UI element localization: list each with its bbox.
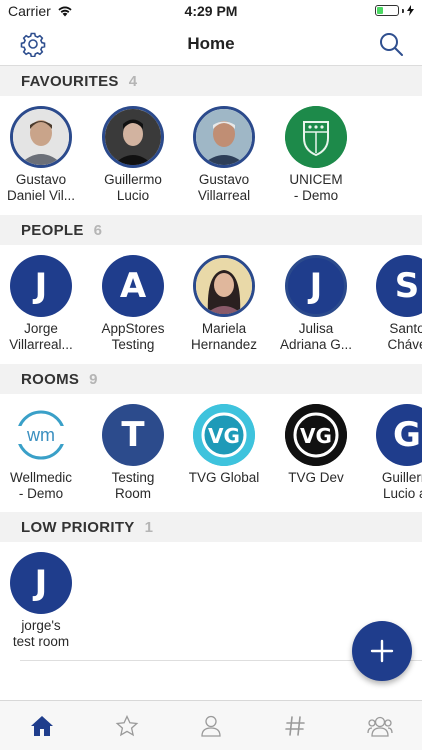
person-tile[interactable]: J Julisa Adriana G...	[270, 255, 362, 353]
logo-text: wm	[26, 425, 55, 445]
plus-icon	[370, 639, 394, 663]
home-icon	[31, 715, 54, 736]
room-tile[interactable]: Gustavo Daniel Vil...	[0, 106, 87, 204]
section-count: 4	[128, 72, 138, 90]
tile-name: Jorge Villarreal...	[9, 321, 73, 352]
battery-fill	[377, 7, 383, 14]
favourites-row: Gustavo Daniel Vil... Guillermo Lucio Gu…	[0, 96, 422, 215]
battery-icon	[375, 5, 399, 16]
tab-favourites[interactable]	[84, 701, 168, 750]
room-tile[interactable]: Guillermo Lucio	[87, 106, 179, 204]
person-photo-icon	[105, 109, 161, 165]
hash-icon	[285, 715, 306, 736]
section-header-low-priority: LOW PRIORITY 1	[0, 512, 422, 542]
section-header-favourites: FAVOURITES 4	[0, 66, 422, 96]
section-header-rooms: ROOMS 9	[0, 364, 422, 394]
tvg-logo-icon: VG	[285, 404, 347, 466]
section-title: PEOPLE	[21, 221, 84, 239]
tab-people[interactable]	[169, 701, 253, 750]
avatar	[10, 106, 72, 168]
settings-gear-icon[interactable]	[20, 31, 46, 57]
avatar-letter: J	[10, 255, 72, 317]
tab-home[interactable]	[0, 701, 84, 750]
room-tile[interactable]: UNICEM - Demo	[270, 106, 362, 204]
section-header-people: PEOPLE 6	[0, 215, 422, 245]
avatar-letter: J	[10, 552, 72, 614]
create-room-button[interactable]	[352, 621, 412, 681]
section-count: 6	[93, 221, 102, 239]
room-tile[interactable]: J jorge's test room	[0, 552, 87, 650]
section-count: 9	[89, 370, 98, 388]
room-tile[interactable]: Gustavo Villarreal	[178, 106, 270, 204]
tile-name: TVG Global	[188, 470, 260, 485]
star-icon	[115, 714, 138, 736]
unicem-logo-icon	[285, 106, 347, 168]
room-tile[interactable]: T Testing Room	[87, 404, 179, 502]
room-tile[interactable]: G Guillerm Lucio ar	[361, 404, 422, 502]
rooms-row: wm Wellmedic - Demo T Testing Room VG TV…	[0, 394, 422, 513]
wellmedic-logo-icon: wm	[10, 404, 72, 466]
navigation-bar: Home	[0, 22, 422, 66]
person-tile[interactable]: J Jorge Villarreal...	[0, 255, 87, 353]
person-photo-icon	[13, 109, 69, 165]
tile-name: Guillerm Lucio ar	[381, 470, 422, 501]
tile-name: Guillermo Lucio	[104, 172, 162, 203]
room-tile[interactable]: VG TVG Dev	[270, 404, 362, 486]
tile-name: Gustavo Villarreal	[197, 172, 251, 203]
avatar-letter: J	[285, 255, 347, 317]
tile-name: Gustavo Daniel Vil...	[6, 172, 76, 203]
logo-text: VG	[208, 424, 240, 448]
tile-name: Santo Cháve	[387, 321, 422, 352]
person-icon	[201, 715, 221, 737]
tile-name: jorge's test room	[12, 618, 70, 649]
group-icon	[367, 716, 393, 737]
tile-name: UNICEM - Demo	[289, 172, 343, 203]
person-photo-icon	[196, 109, 252, 165]
tile-name: TVG Dev	[288, 470, 344, 485]
tab-rooms[interactable]	[253, 701, 337, 750]
section-title: ROOMS	[21, 370, 80, 388]
person-tile[interactable]: Mariela Hernandez	[178, 255, 270, 353]
tile-name: Testing Room	[111, 470, 155, 501]
battery-indicator	[375, 5, 414, 16]
tile-name: AppStores Testing	[101, 321, 165, 352]
room-tile[interactable]: wm Wellmedic - Demo	[0, 404, 87, 502]
charging-bolt-icon	[407, 5, 414, 16]
avatar-letter: S	[376, 255, 422, 317]
person-tile[interactable]: S Santo Cháve	[361, 255, 422, 353]
logo-text: VG	[300, 424, 332, 448]
avatar-letter: A	[102, 255, 164, 317]
search-icon[interactable]	[378, 31, 404, 57]
tile-name: Mariela Hernandez	[190, 321, 258, 352]
tile-name: Wellmedic - Demo	[9, 470, 72, 501]
people-row: J Jorge Villarreal... A AppStores Testin…	[0, 245, 422, 364]
status-time: 4:29 PM	[184, 3, 238, 19]
tvg-logo-icon: VG	[193, 404, 255, 466]
avatar	[193, 106, 255, 168]
tab-groups[interactable]	[338, 701, 422, 750]
page-title: Home	[187, 34, 235, 53]
person-tile[interactable]: A AppStores Testing	[87, 255, 179, 353]
avatar	[193, 255, 255, 317]
avatar	[102, 106, 164, 168]
tab-bar	[0, 700, 422, 750]
section-title: LOW PRIORITY	[21, 518, 135, 536]
status-bar: Carrier 4:29 PM	[0, 0, 422, 22]
tile-name: Julisa Adriana G...	[279, 321, 353, 352]
avatar-letter: G	[376, 404, 422, 466]
room-tile[interactable]: VG TVG Global	[178, 404, 270, 486]
person-photo-icon	[196, 258, 252, 314]
avatar	[285, 106, 347, 168]
avatar-letter: T	[102, 404, 164, 466]
section-title: FAVOURITES	[21, 72, 119, 90]
section-count: 1	[144, 518, 153, 536]
